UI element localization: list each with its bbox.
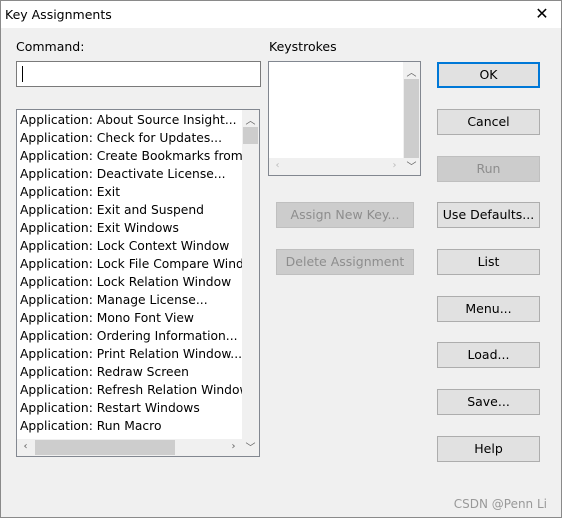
- cancel-button[interactable]: Cancel: [437, 109, 540, 135]
- help-button[interactable]: Help: [437, 436, 540, 462]
- keystrokes-horizontal-scrollbar[interactable]: ‹ ›: [269, 158, 403, 175]
- command-list-item[interactable]: Application: Lock Context Window: [20, 237, 242, 255]
- command-list-item[interactable]: Application: Mono Font View: [20, 309, 242, 327]
- command-list-item[interactable]: Application: Create Bookmarks from F: [20, 147, 242, 165]
- command-list-item[interactable]: Application: Refresh Relation Window: [20, 381, 242, 399]
- watermark: CSDN @Penn Li: [453, 497, 547, 511]
- command-list-item[interactable]: Application: Ordering Information...: [20, 327, 242, 345]
- load-button[interactable]: Load...: [437, 342, 540, 368]
- use-defaults-button[interactable]: Use Defaults...: [437, 202, 540, 228]
- scroll-thumb-horizontal[interactable]: [35, 440, 175, 455]
- keystrokes-vertical-scrollbar[interactable]: ︿ ﹀: [403, 62, 420, 175]
- command-input[interactable]: [16, 61, 261, 87]
- scroll-thumb[interactable]: [404, 79, 419, 158]
- command-list-item[interactable]: Application: Exit and Suspend: [20, 201, 242, 219]
- text-caret: [22, 66, 23, 82]
- scroll-left-icon[interactable]: ‹: [17, 441, 34, 452]
- command-list[interactable]: Application: Run Macro Application: Resta…: [16, 109, 260, 457]
- keystrokes-label: Keystrokes: [269, 39, 337, 54]
- close-icon[interactable]: ✕: [529, 3, 555, 25]
- horizontal-scrollbar[interactable]: ‹ ›: [17, 439, 242, 456]
- command-list-item[interactable]: Application: Exit Windows: [20, 219, 242, 237]
- ok-button[interactable]: OK: [437, 62, 540, 88]
- command-list-item[interactable]: Application: Lock File Compare Windo: [20, 255, 242, 273]
- key-assignments-dialog: Key Assignments ✕ Command: Application: …: [0, 0, 562, 518]
- command-list-item[interactable]: Application: Redraw Screen: [20, 363, 242, 381]
- command-list-item[interactable]: Application: Print Relation Window...: [20, 345, 242, 363]
- scroll-down-icon[interactable]: ﹀: [242, 439, 259, 454]
- command-list-item[interactable]: Application: Lock Relation Window: [20, 273, 242, 291]
- command-list-item[interactable]: Application: About Source Insight...: [20, 111, 242, 129]
- scroll-right-icon[interactable]: ›: [386, 160, 403, 171]
- delete-assignment-button[interactable]: Delete Assignment: [276, 249, 414, 275]
- window-title: Key Assignments: [5, 7, 112, 22]
- command-list-item[interactable]: Application: Restart Windows: [20, 399, 242, 417]
- command-label: Command:: [16, 39, 85, 54]
- run-button[interactable]: Run: [437, 156, 540, 182]
- save-button[interactable]: Save...: [437, 389, 540, 415]
- command-list-item[interactable]: Application: Deactivate License...: [20, 165, 242, 183]
- scroll-up-icon[interactable]: ︿: [242, 112, 259, 127]
- scroll-thumb[interactable]: [243, 127, 258, 144]
- assign-new-key-button[interactable]: Assign New Key...: [276, 202, 414, 228]
- command-list-item[interactable]: Application: Manage License...: [20, 291, 242, 309]
- menu-button[interactable]: Menu...: [437, 296, 540, 322]
- vertical-scrollbar[interactable]: ︿ ﹀: [242, 110, 259, 456]
- scroll-down-icon[interactable]: ﹀: [403, 158, 420, 173]
- scroll-up-icon[interactable]: ︿: [403, 64, 420, 79]
- keystrokes-list[interactable]: ︿ ﹀ ‹ ›: [268, 61, 421, 176]
- scroll-left-icon[interactable]: ‹: [269, 160, 286, 171]
- command-list-item[interactable]: Application: Run Macro: [20, 417, 242, 435]
- scroll-right-icon[interactable]: ›: [225, 441, 242, 452]
- command-list-item[interactable]: Application: Exit: [20, 183, 242, 201]
- title-bar: Key Assignments ✕: [1, 1, 561, 28]
- command-list-item[interactable]: Application: Check for Updates...: [20, 129, 242, 147]
- list-button[interactable]: List: [437, 249, 540, 275]
